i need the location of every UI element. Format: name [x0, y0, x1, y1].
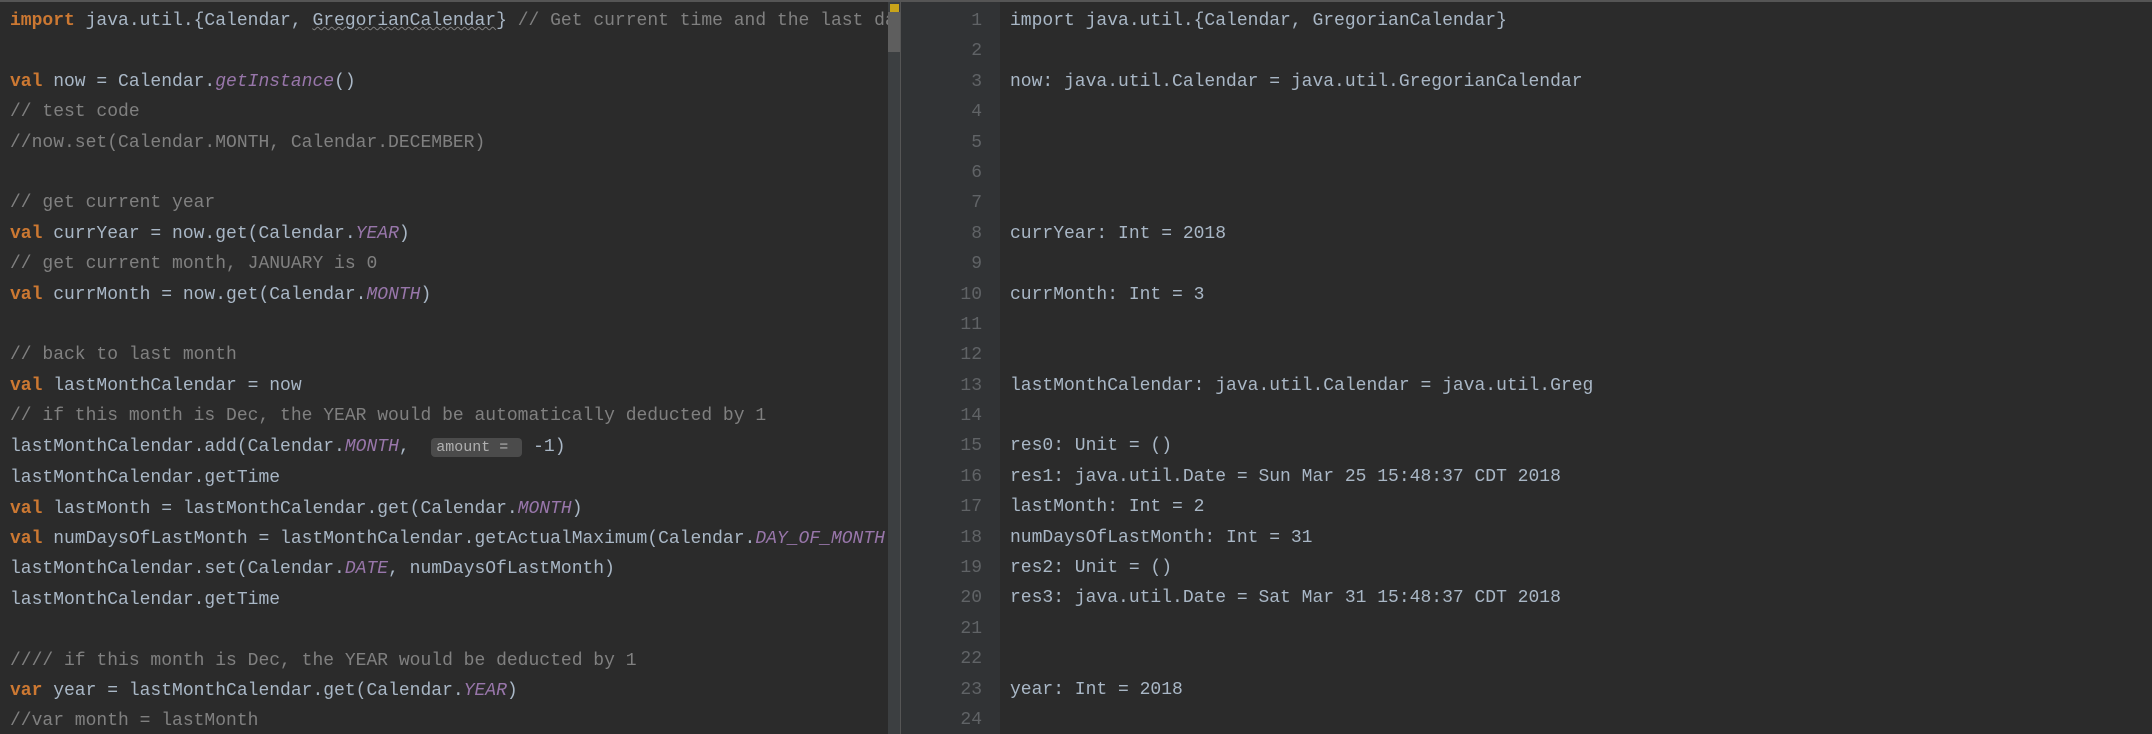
editor-scrollbar[interactable]	[888, 2, 900, 734]
line-number: 19	[901, 553, 1000, 583]
line-number: 14	[901, 401, 1000, 431]
line-number: 6	[901, 158, 1000, 188]
output-line	[1010, 340, 2142, 370]
scroll-thumb[interactable]	[888, 12, 900, 52]
code-line[interactable]	[10, 158, 890, 188]
code-line[interactable]: lastMonthCalendar.getTime	[10, 463, 890, 493]
code-line[interactable]: val currYear = now.get(Calendar.YEAR)	[10, 219, 890, 249]
code-line[interactable]: //var month = lastMonth	[10, 706, 890, 734]
code-line[interactable]: lastMonthCalendar.getTime	[10, 585, 890, 615]
code-line[interactable]	[10, 615, 890, 645]
code-line[interactable]: val now = Calendar.getInstance()	[10, 67, 890, 97]
line-number: 8	[901, 219, 1000, 249]
output-line: numDaysOfLastMonth: Int = 31	[1010, 523, 2142, 553]
line-number: 10	[901, 280, 1000, 310]
code-line[interactable]: //now.set(Calendar.MONTH, Calendar.DECEM…	[10, 128, 890, 158]
line-number: 22	[901, 644, 1000, 674]
line-number: 3	[901, 67, 1000, 97]
output-line	[1010, 188, 2142, 218]
line-number: 12	[901, 340, 1000, 370]
output-line	[1010, 310, 2142, 340]
line-number: 13	[901, 371, 1000, 401]
output-line: lastMonth: Int = 2	[1010, 492, 2142, 522]
line-number: 1	[901, 6, 1000, 36]
output-line	[1010, 36, 2142, 66]
code-line[interactable]: lastMonthCalendar.set(Calendar.DATE, num…	[10, 554, 890, 584]
repl-output-pane[interactable]: import java.util.{Calendar, GregorianCal…	[1000, 2, 2152, 734]
line-number: 15	[901, 431, 1000, 461]
code-line[interactable]: // get current year	[10, 188, 890, 218]
inlay-hint: amount =	[431, 438, 522, 457]
code-line[interactable]: // test code	[10, 97, 890, 127]
output-line	[1010, 158, 2142, 188]
code-line[interactable]: // get current month, JANUARY is 0	[10, 249, 890, 279]
output-line: import java.util.{Calendar, GregorianCal…	[1010, 6, 2142, 36]
line-number: 4	[901, 97, 1000, 127]
output-line	[1010, 97, 2142, 127]
line-number: 24	[901, 705, 1000, 734]
output-line: res1: java.util.Date = Sun Mar 25 15:48:…	[1010, 462, 2142, 492]
code-line[interactable]: val lastMonth = lastMonthCalendar.get(Ca…	[10, 494, 890, 524]
line-number: 20	[901, 583, 1000, 613]
ide-split-view: import java.util.{Calendar, GregorianCal…	[0, 0, 2152, 734]
code-line[interactable]: // if this month is Dec, the YEAR would …	[10, 401, 890, 431]
code-line[interactable]: // back to last month	[10, 340, 890, 370]
code-line[interactable]: val currMonth = now.get(Calendar.MONTH)	[10, 280, 890, 310]
line-number: 9	[901, 249, 1000, 279]
output-line: year: Int = 2018	[1010, 675, 2142, 705]
output-line: res0: Unit = ()	[1010, 431, 2142, 461]
output-line: lastMonthCalendar: java.util.Calendar = …	[1010, 371, 2142, 401]
code-line[interactable]: val lastMonthCalendar = now	[10, 371, 890, 401]
output-line: currYear: Int = 2018	[1010, 219, 2142, 249]
code-line[interactable]: lastMonthCalendar.add(Calendar.MONTH, am…	[10, 432, 890, 463]
code-editor-content[interactable]: import java.util.{Calendar, GregorianCal…	[0, 2, 900, 734]
output-line	[1010, 614, 2142, 644]
line-number: 18	[901, 523, 1000, 553]
line-number: 7	[901, 188, 1000, 218]
output-line	[1010, 401, 2142, 431]
code-line[interactable]: import java.util.{Calendar, GregorianCal…	[10, 6, 890, 36]
output-line: now: java.util.Calendar = java.util.Greg…	[1010, 67, 2142, 97]
output-line: currMonth: Int = 3	[1010, 280, 2142, 310]
output-line	[1010, 705, 2142, 734]
line-number: 11	[901, 310, 1000, 340]
code-line[interactable]	[10, 36, 890, 66]
line-number: 17	[901, 492, 1000, 522]
output-line	[1010, 128, 2142, 158]
output-line: res3: java.util.Date = Sat Mar 31 15:48:…	[1010, 583, 2142, 613]
line-number-gutter: 123456789101112131415161718192021222324	[900, 2, 1000, 734]
code-line[interactable]: val numDaysOfLastMonth = lastMonthCalend…	[10, 524, 890, 554]
line-number: 16	[901, 462, 1000, 492]
line-number: 2	[901, 36, 1000, 66]
output-line	[1010, 644, 2142, 674]
line-number: 5	[901, 128, 1000, 158]
output-line	[1010, 249, 2142, 279]
code-line[interactable]	[10, 310, 890, 340]
code-line[interactable]: //// if this month is Dec, the YEAR woul…	[10, 646, 890, 676]
line-number: 23	[901, 675, 1000, 705]
output-line: res2: Unit = ()	[1010, 553, 2142, 583]
line-number: 21	[901, 614, 1000, 644]
code-editor-pane[interactable]: import java.util.{Calendar, GregorianCal…	[0, 2, 900, 734]
code-line[interactable]: var year = lastMonthCalendar.get(Calenda…	[10, 676, 890, 706]
